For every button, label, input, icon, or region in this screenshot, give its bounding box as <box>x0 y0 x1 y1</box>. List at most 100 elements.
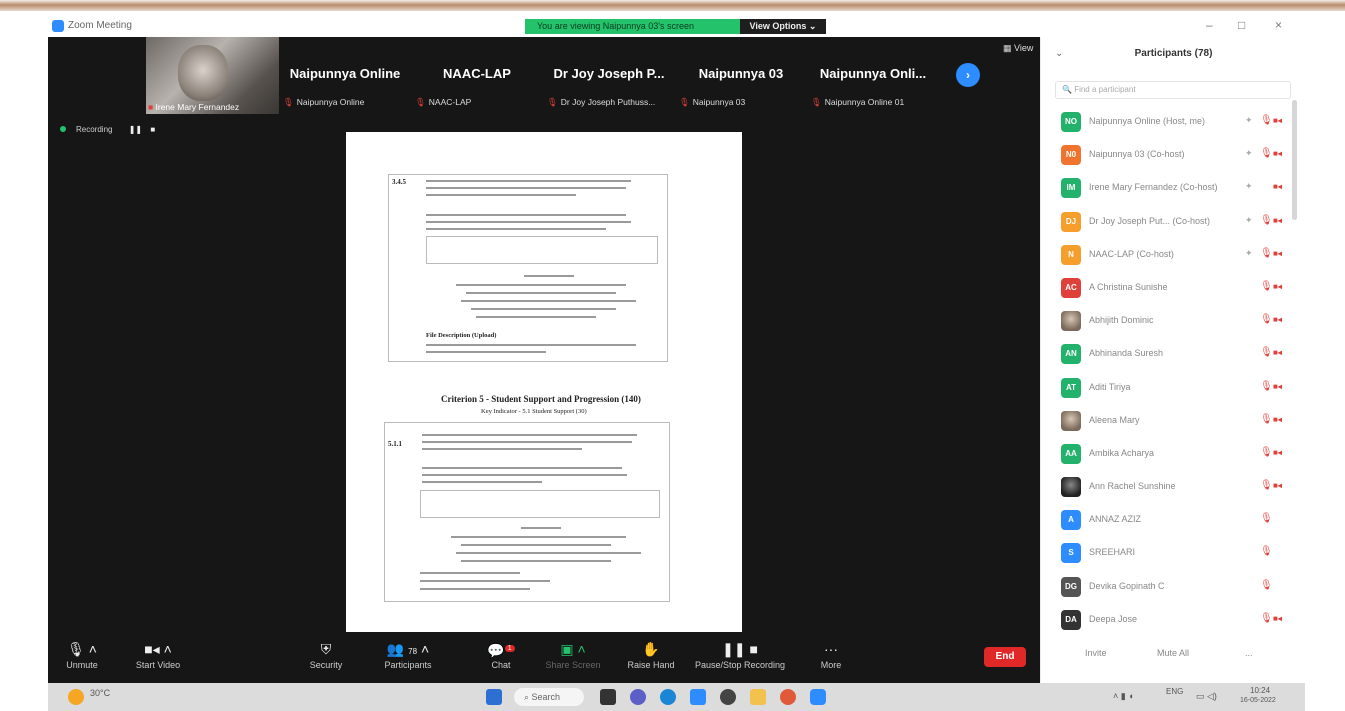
invite-button[interactable]: Invite <box>1085 648 1107 658</box>
participant-row[interactable]: N0 Naipunnya 03 (Co-host) ✦ 🎙 ■◂ <box>1055 138 1295 171</box>
video-tile-naipunnya-03[interactable]: Naipunnya 03 🎙 Naipunnya 03 <box>675 37 807 114</box>
view-options-button[interactable]: View Options ⌄ <box>740 19 826 34</box>
self-video-tile[interactable]: ■ Irene Mary Fernandez <box>146 37 279 114</box>
mic-muted-icon: 🎙 <box>1260 115 1273 126</box>
chrome-browser-icon[interactable] <box>780 689 796 705</box>
participant-avatar: AA <box>1061 443 1081 464</box>
stop-icon[interactable]: ■ <box>150 125 155 134</box>
participant-list-scrollbar[interactable] <box>1292 100 1297 220</box>
more-options-button[interactable]: ... <box>1245 648 1253 658</box>
shared-screen-document: 3.4.5 File Description (Upload) Criterio… <box>346 132 742 632</box>
video-on-icon: ✦ <box>1245 181 1253 192</box>
start-video-button[interactable]: ■◂ ˄ Start Video <box>110 639 206 679</box>
self-video-image <box>178 45 228 101</box>
mute-all-button[interactable]: Mute All <box>1157 648 1189 658</box>
participant-row[interactable]: NO Naipunnya Online (Host, me) ✦ 🎙 ■◂ <box>1055 105 1295 138</box>
doc-text-line <box>420 580 550 582</box>
clock-time[interactable]: 10:24 <box>1250 686 1270 695</box>
doc-text-line <box>422 434 637 436</box>
participant-row[interactable]: AT Aditi Tiriya 🎙 ■◂ <box>1055 371 1295 404</box>
file-explorer-icon[interactable] <box>750 689 766 705</box>
participant-name: Abhinanda Suresh <box>1089 348 1164 359</box>
video-tile-naac-lap[interactable]: NAAC-LAP 🎙 NAAC-LAP <box>411 37 543 114</box>
view-options-label: View Options <box>749 21 807 31</box>
tile-caption-text: Naipunnya Online <box>296 97 365 107</box>
minimize-button[interactable]: – <box>1206 18 1213 32</box>
participant-row[interactable]: Abhijith Dominic 🎙 ■◂ <box>1055 304 1295 337</box>
language-indicator[interactable]: ENG <box>1166 687 1183 696</box>
screen: Zoom Meeting You are viewing Naipunnya 0… <box>0 0 1345 711</box>
mail-icon[interactable] <box>690 689 706 705</box>
task-view-icon[interactable] <box>600 689 616 705</box>
doc-text-line <box>422 441 632 443</box>
doc-text-line <box>461 560 611 562</box>
app-icon[interactable] <box>720 689 736 705</box>
participant-row[interactable]: S SREEHARI 🎙 <box>1055 536 1295 569</box>
metric-number-top: 3.4.5 <box>392 178 406 186</box>
edge-browser-icon[interactable] <box>660 689 676 705</box>
end-meeting-button[interactable]: End <box>984 647 1026 667</box>
participant-name: SREEHARI <box>1089 547 1136 558</box>
maximize-button[interactable]: □ <box>1238 18 1245 32</box>
participant-avatar: AT <box>1061 377 1081 398</box>
video-off-icon: ■◂ <box>1273 481 1282 491</box>
participant-row[interactable]: A ANNAZ AZIZ 🎙 <box>1055 503 1295 536</box>
mic-muted-icon: 🎙 <box>1260 513 1273 525</box>
chat-app-icon[interactable] <box>630 689 646 705</box>
recording-status: Recording ❚❚ ■ <box>60 125 155 134</box>
participant-row[interactable]: AN Abhinanda Suresh 🎙 ■◂ <box>1055 337 1295 370</box>
weather-icon[interactable] <box>68 689 84 705</box>
taskbar-search[interactable]: ⌕ Search <box>514 688 584 706</box>
tile-display-name: Naipunnya Online <box>289 66 401 81</box>
video-tile-naipunnya-online[interactable]: Naipunnya Online 🎙 Naipunnya Online <box>279 37 411 114</box>
participant-search-input[interactable]: 🔍 Find a participant <box>1055 81 1291 99</box>
participant-row[interactable]: DA Deepa Jose 🎙 ■◂ <box>1055 603 1295 636</box>
participant-row[interactable]: Aleena Mary 🎙 ■◂ <box>1055 404 1295 437</box>
participant-row[interactable]: DG Devika Gopinath C 🎙 <box>1055 570 1295 603</box>
tray-icons[interactable]: ˄ ▮ ◖ <box>1113 691 1134 702</box>
participant-row[interactable]: AA Ambika Acharya 🎙 ■◂ <box>1055 437 1295 470</box>
video-off-icon: ■◂ <box>1273 248 1282 258</box>
meeting-toolbar: 🎙︎ ˄ Unmute ■◂ ˄ Start Video ⛨ Security … <box>48 633 1040 683</box>
doc-text-line <box>456 284 626 286</box>
network-volume-icons[interactable]: ▭ ◁) <box>1196 691 1217 702</box>
participant-row[interactable]: DJ Dr Joy Joseph Put... (Co-host) ✦ 🎙 ■◂ <box>1055 205 1295 238</box>
tile-display-name: Dr Joy Joseph P... <box>553 66 665 81</box>
clock-date[interactable]: 16-05-2022 <box>1240 697 1276 704</box>
mic-muted-icon: 🎙 <box>283 97 294 107</box>
next-page-arrow-icon[interactable]: › <box>956 63 980 87</box>
tile-caption-text: Naipunnya Online 01 <box>824 97 905 107</box>
doc-text-line <box>521 527 561 529</box>
meeting-area: ▦ View ■ Irene Mary Fernandez Naipunnya … <box>48 37 1040 683</box>
participant-row[interactable]: IM Irene Mary Fernandez (Co-host) ✦ ■◂ <box>1055 171 1295 204</box>
criterion-heading: Criterion 5 - Student Support and Progre… <box>441 394 641 404</box>
doc-text-line <box>426 351 546 353</box>
doc-text-line <box>422 467 622 469</box>
participant-row[interactable]: AC A Christina Sunishe 🎙 ■◂ <box>1055 271 1295 304</box>
mic-muted-icon: 🎙 <box>1260 280 1273 292</box>
participant-row[interactable]: Ann Rachel Sunshine 🎙 ■◂ <box>1055 470 1295 503</box>
participant-avatar: AN <box>1061 344 1081 365</box>
video-tile-naipunnya-online-01[interactable]: Naipunnya Onli... 🎙 Naipunnya Online 01 <box>807 37 939 114</box>
video-tile-dr-joy-joseph[interactable]: Dr Joy Joseph P... 🎙 Dr Joy Joseph Puthus… <box>543 37 675 114</box>
doc-inner-table <box>420 490 660 518</box>
doc-text-line <box>420 572 520 574</box>
pause-stop-recording-button[interactable]: ❚❚ ■ Pause/Stop Recording <box>680 639 800 679</box>
participant-name: Ambika Acharya <box>1089 447 1155 458</box>
participant-row[interactable]: N NAAC-LAP (Co-host) ✦ 🎙 ■◂ <box>1055 238 1295 271</box>
video-on-icon: ✦ <box>1245 115 1253 125</box>
tile-display-name: NAAC-LAP <box>443 66 511 81</box>
metric-number-bottom: 5.1.1 <box>388 440 402 448</box>
start-menu-icon[interactable] <box>486 689 502 705</box>
close-window-button[interactable]: × <box>1275 18 1282 32</box>
more-button[interactable]: ··· More <box>783 639 879 679</box>
search-placeholder: Find a participant <box>1074 85 1136 94</box>
mic-muted-icon: 🎙 <box>679 97 690 107</box>
zoom-app-icon[interactable] <box>810 689 826 705</box>
doc-text-line <box>471 308 616 310</box>
self-tile-name-text: Irene Mary Fernandez <box>155 102 240 112</box>
mic-muted-icon: 🎙 <box>1260 480 1273 492</box>
participants-button[interactable]: 👥 78 ˄ Participants <box>360 639 456 679</box>
pause-icon[interactable]: ❚❚ <box>129 125 142 134</box>
view-toggle[interactable]: ▦ View <box>1003 43 1033 54</box>
